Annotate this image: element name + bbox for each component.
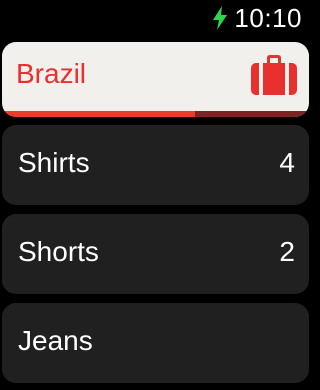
status-bar: 10:10	[212, 0, 302, 36]
charging-bolt-icon	[212, 6, 228, 30]
list-item-shorts[interactable]: Shorts 2	[2, 214, 309, 294]
suitcase-icon	[250, 54, 298, 96]
packing-progress-fill	[2, 111, 196, 117]
list-item-jeans[interactable]: Jeans	[2, 303, 309, 383]
packing-progress-bar	[2, 111, 309, 117]
list-item-label: Shirts	[18, 147, 90, 178]
list-item-count: 4	[279, 147, 295, 178]
trip-header-card[interactable]: Brazil	[2, 42, 309, 117]
list-item-label: Shorts	[18, 236, 99, 267]
list-item-shirts[interactable]: Shirts 4	[2, 125, 309, 205]
clock-time: 10:10	[234, 2, 302, 33]
list-item-label: Jeans	[18, 325, 93, 356]
trip-title: Brazil	[16, 58, 87, 89]
list-item-count: 2	[279, 236, 295, 267]
